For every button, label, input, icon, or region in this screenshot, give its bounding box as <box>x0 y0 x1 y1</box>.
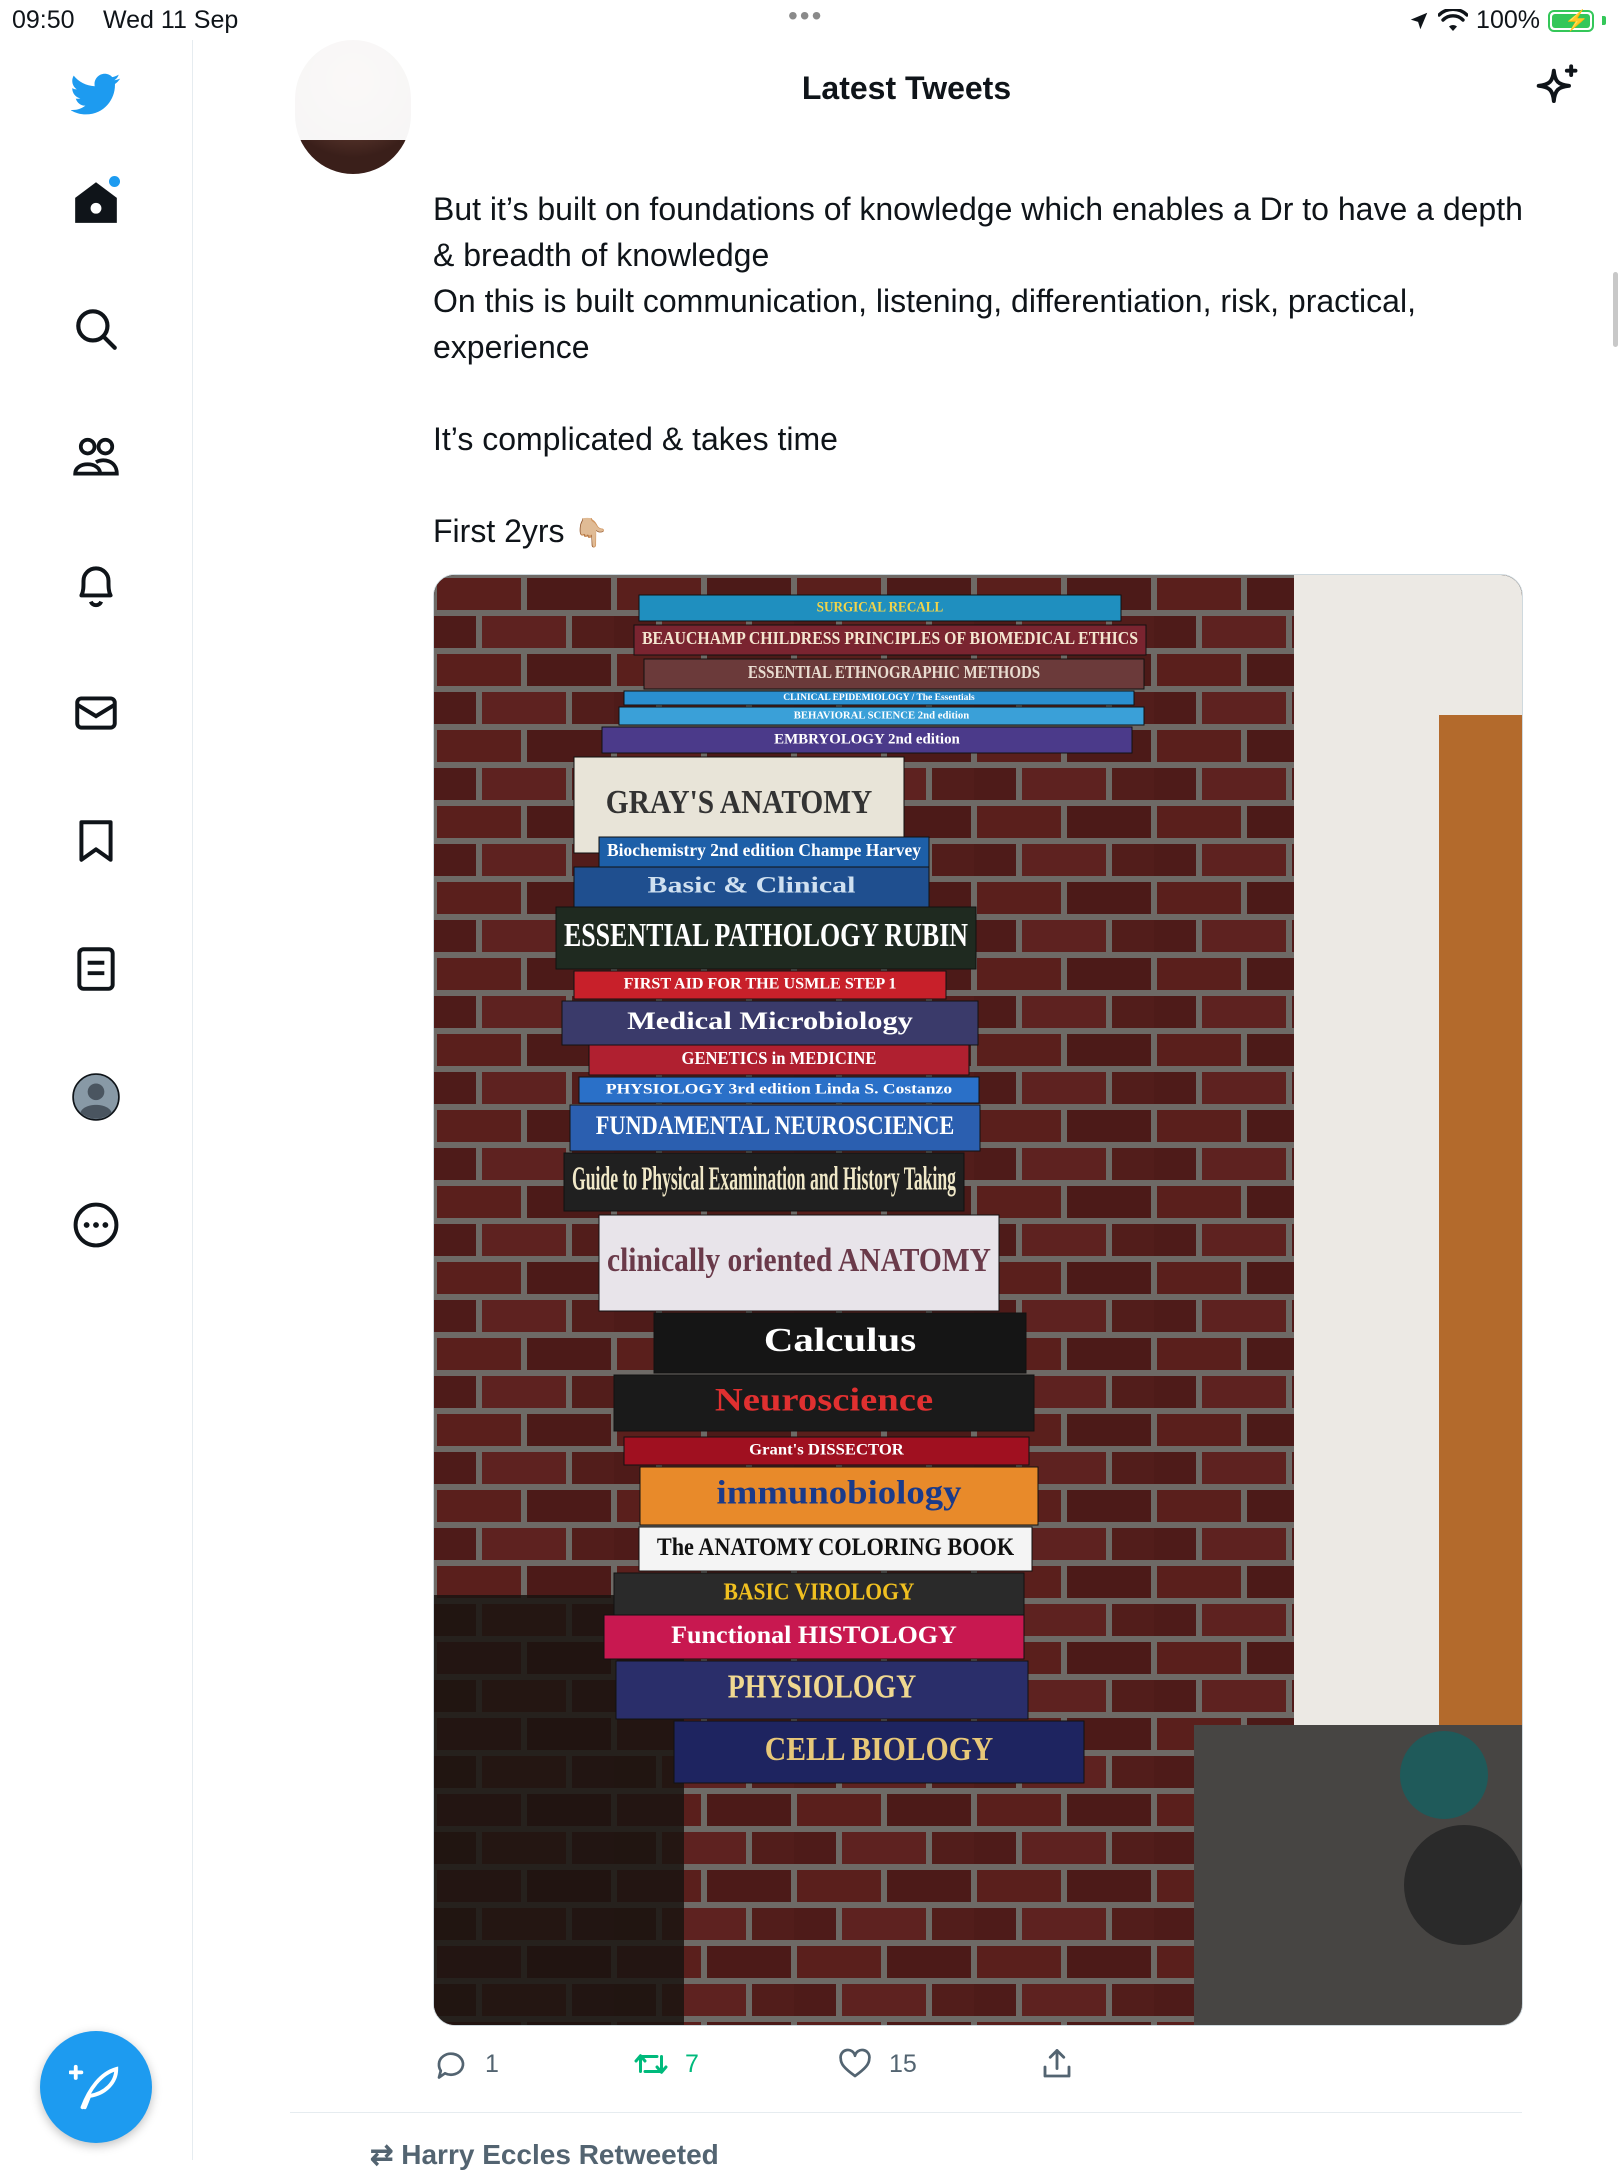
book-spine: Biochemistry 2nd edition Champe Harvey <box>598 836 930 868</box>
book-spine: immunobiology <box>639 1466 1039 1526</box>
book-spine: The ANATOMY COLORING BOOK <box>638 1526 1033 1572</box>
home-icon[interactable] <box>66 172 126 232</box>
book-title: BEHAVIORAL SCIENCE 2nd edition <box>794 710 970 721</box>
retweet-small-icon: ⇄ <box>370 2139 402 2170</box>
scroll-indicator[interactable] <box>1613 272 1618 347</box>
book-spine: Grant's DISSECTOR <box>623 1436 1030 1466</box>
book-spine: Calculus <box>653 1312 1027 1374</box>
book-title: Biochemistry 2nd edition Champe Harvey <box>607 840 921 860</box>
book-title: Basic & Clinical <box>648 872 857 898</box>
book-title: PHYSIOLOGY <box>728 1669 916 1706</box>
book-spine: clinically oriented ANATOMY <box>598 1214 1000 1312</box>
book-spine: ESSENTIAL ETHNOGRAPHIC METHODS <box>643 658 1145 690</box>
bookmarks-icon[interactable] <box>66 811 126 871</box>
book-spine: PHYSIOLOGY <box>615 1660 1029 1720</box>
book-spine: CELL BIOLOGY <box>673 1720 1085 1784</box>
sidebar-nav <box>0 40 193 2160</box>
book-title: EMBRYOLOGY 2nd edition <box>774 731 960 747</box>
book-spine: Neuroscience <box>613 1374 1035 1432</box>
notification-dot-icon <box>109 176 120 187</box>
book-spine: Basic & Clinical <box>573 866 930 908</box>
status-indicators: 100% ⚡ <box>1408 6 1606 35</box>
status-bar: 09:50 Wed 11 Sep ••• 100% ⚡ <box>0 0 1620 40</box>
compose-feather-icon <box>69 2064 119 2110</box>
reply-button[interactable]: 1 <box>433 2046 499 2082</box>
multitasking-dots-icon[interactable]: ••• <box>788 0 823 32</box>
book-spine: FIRST AID FOR THE USMLE STEP 1 <box>573 970 947 1000</box>
wifi-icon <box>1438 8 1469 31</box>
pointing-down-emoji: 👇🏼 <box>573 517 609 548</box>
location-icon <box>1410 12 1428 29</box>
book-spine: CLINICAL EPIDEMIOLOGY / The Essentials <box>623 690 1135 706</box>
book-title: Medical Microbiology <box>627 1006 913 1035</box>
book-spine: ESSENTIAL PATHOLOGY RUBIN <box>555 906 977 970</box>
heart-icon <box>839 2048 871 2078</box>
profile-avatar-icon[interactable] <box>66 1067 126 1127</box>
book-title: FIRST AID FOR THE USMLE STEP 1 <box>624 975 897 993</box>
book-title: ESSENTIAL PATHOLOGY RUBIN <box>564 917 968 954</box>
book-title: FUNDAMENTAL NEUROSCIENCE <box>596 1110 955 1140</box>
book-title: immunobiology <box>717 1475 962 1512</box>
book-spine: PHYSIOLOGY 3rd edition Linda S. Costanzo <box>578 1076 980 1104</box>
reply-icon <box>437 2052 465 2079</box>
book-title: GRAY'S ANATOMY <box>606 784 873 821</box>
book-spine: GENETICS in MEDICINE <box>588 1044 970 1076</box>
battery-percent: 100% <box>1476 6 1540 34</box>
tweet-divider <box>290 2112 1522 2113</box>
share-icon <box>1043 2049 1071 2078</box>
status-date: Wed 11 Sep <box>103 6 239 34</box>
notifications-bell-icon[interactable] <box>66 555 126 615</box>
retweet-button[interactable]: 7 <box>633 2046 699 2082</box>
battery-icon: ⚡ <box>1548 9 1594 32</box>
book-spine: BEAUCHAMP CHILDRESS PRINCIPLES OF BIOMED… <box>633 624 1147 656</box>
messages-envelope-icon[interactable] <box>66 683 126 743</box>
tweet-text: But it’s built on foundations of knowled… <box>433 186 1533 556</box>
like-button[interactable]: 15 <box>837 2046 917 2082</box>
book-stack-photo: SURGICAL RECALL BEAUCHAMP CHILDRESS PRINC… <box>434 575 1522 2025</box>
communities-icon[interactable] <box>66 427 126 487</box>
retweet-icon <box>634 2054 668 2074</box>
tweet-body-text: But it’s built on foundations of knowled… <box>433 191 1523 549</box>
tweet-photo[interactable]: SURGICAL RECALL BEAUCHAMP CHILDRESS PRINC… <box>433 574 1523 2026</box>
sparkle-timeline-toggle-icon[interactable] <box>1530 62 1582 114</box>
book-title: Calculus <box>764 1322 916 1359</box>
book-spine: EMBRYOLOGY 2nd edition <box>601 726 1133 754</box>
next-tweet-retweet-label[interactable]: ⇄ Harry Eccles Retweeted <box>370 2138 719 2171</box>
book-title: Functional HISTOLOGY <box>671 1620 957 1649</box>
book-spine: BASIC VIROLOGY <box>613 1572 1025 1616</box>
book-title: PHYSIOLOGY 3rd edition Linda S. Costanzo <box>606 1081 952 1097</box>
book-title: Grant's DISSECTOR <box>749 1441 904 1459</box>
book-title: ESSENTIAL ETHNOGRAPHIC METHODS <box>748 662 1040 682</box>
book-spine: SURGICAL RECALL <box>638 594 1122 622</box>
search-icon[interactable] <box>66 299 126 359</box>
twitter-logo-icon[interactable] <box>66 64 126 124</box>
tweet-actions: 1 7 15 <box>433 2046 1533 2086</box>
book-title: The ANATOMY COLORING BOOK <box>657 1532 1014 1561</box>
book-title: Neuroscience <box>715 1382 933 1418</box>
share-button[interactable] <box>1039 2046 1075 2082</box>
like-count: 15 <box>889 2049 917 2078</box>
book-title: SURGICAL RECALL <box>817 599 944 615</box>
timeline-header: Latest Tweets <box>193 40 1620 140</box>
retweeted-by-text: Harry Eccles Retweeted <box>401 2139 719 2170</box>
more-options-icon[interactable] <box>66 1195 126 1255</box>
book-spine: BEHAVIORAL SCIENCE 2nd edition <box>618 706 1145 726</box>
retweet-count: 7 <box>685 2049 699 2078</box>
lists-icon[interactable] <box>66 939 126 999</box>
page-title: Latest Tweets <box>801 70 1012 106</box>
compose-tweet-button[interactable] <box>40 2031 152 2143</box>
book-title: clinically oriented ANATOMY <box>607 1242 991 1279</box>
book-title: GENETICS in MEDICINE <box>682 1048 877 1068</box>
book-title: CLINICAL EPIDEMIOLOGY / The Essentials <box>783 692 975 702</box>
book-title: Guide to Physical Examination and Histor… <box>572 1161 956 1198</box>
book-title: BEAUCHAMP CHILDRESS PRINCIPLES OF BIOMED… <box>642 628 1138 648</box>
book-spine: Medical Microbiology <box>561 1000 979 1046</box>
reply-count: 1 <box>485 2049 499 2078</box>
book-title: CELL BIOLOGY <box>765 1731 993 1768</box>
book-spine: Guide to Physical Examination and Histor… <box>563 1152 965 1212</box>
status-time: 09:50 <box>12 6 75 34</box>
book-title: BASIC VIROLOGY <box>724 1579 915 1606</box>
book-spine: Functional HISTOLOGY <box>603 1614 1025 1660</box>
book-spine: FUNDAMENTAL NEUROSCIENCE <box>569 1104 981 1152</box>
